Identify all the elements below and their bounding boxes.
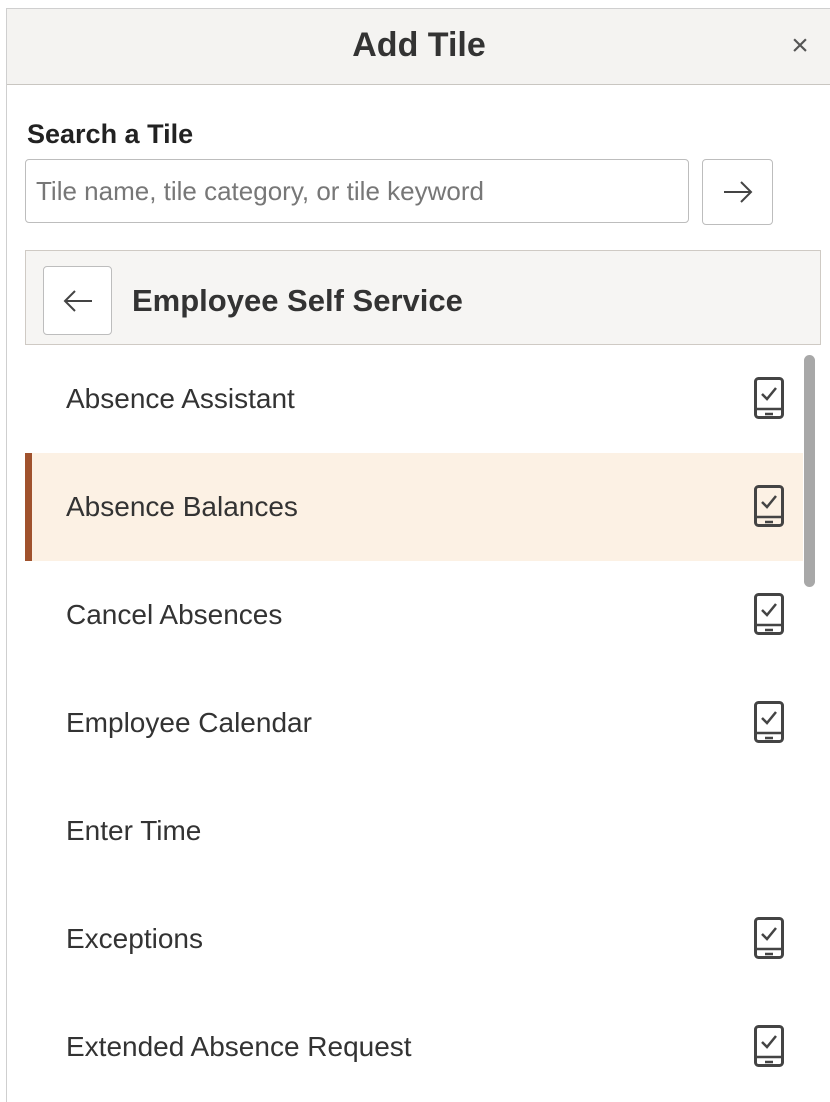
mobile-check-icon bbox=[754, 377, 784, 419]
tile-list-item[interactable]: Exceptions bbox=[25, 885, 803, 993]
category-header: Employee Self Service bbox=[25, 250, 821, 345]
mobile-check-icon bbox=[754, 485, 784, 527]
dialog-header: Add Tile × bbox=[7, 9, 830, 85]
mobile-check-icon bbox=[754, 917, 784, 959]
tile-list-item[interactable]: Employee Calendar bbox=[25, 669, 803, 777]
tile-label: Absence Balances bbox=[66, 491, 298, 522]
tile-label: Absence Assistant bbox=[66, 383, 295, 414]
tile-label: Cancel Absences bbox=[66, 599, 283, 630]
mobile-check-icon bbox=[754, 1025, 784, 1067]
tile-label: Enter Time bbox=[66, 815, 202, 846]
tile-list-item[interactable]: Absence Assistant bbox=[25, 345, 803, 453]
mobile-check-icon bbox=[754, 593, 784, 635]
tile-list-item[interactable]: Enter Time bbox=[25, 777, 803, 885]
tile-list-item[interactable]: Cancel Absences bbox=[25, 561, 803, 669]
add-tile-dialog: Add Tile × Search a Tile Employee Self S… bbox=[6, 8, 830, 1102]
search-go-button[interactable] bbox=[702, 159, 773, 225]
tile-label: Employee Calendar bbox=[66, 707, 312, 738]
arrow-right-icon bbox=[724, 181, 753, 203]
search-label: Search a Tile bbox=[27, 119, 194, 149]
back-button[interactable] bbox=[43, 266, 112, 335]
dialog-title: Add Tile bbox=[352, 26, 486, 64]
tile-label: Extended Absence Request bbox=[66, 1031, 412, 1062]
close-icon: × bbox=[791, 29, 809, 62]
close-button[interactable]: × bbox=[785, 29, 815, 63]
arrow-left-icon bbox=[63, 290, 92, 312]
search-input[interactable] bbox=[25, 159, 689, 223]
tile-list-item[interactable]: Extended Absence Request bbox=[25, 993, 803, 1101]
mobile-check-icon bbox=[754, 701, 784, 743]
category-title: Employee Self Service bbox=[132, 283, 463, 318]
tile-list: Absence Assistant Absence Balances Cancel … bbox=[25, 345, 803, 1102]
tile-label: Exceptions bbox=[66, 923, 203, 954]
tile-list-item[interactable]: Absence Balances bbox=[25, 453, 803, 561]
scrollbar[interactable] bbox=[804, 355, 815, 587]
